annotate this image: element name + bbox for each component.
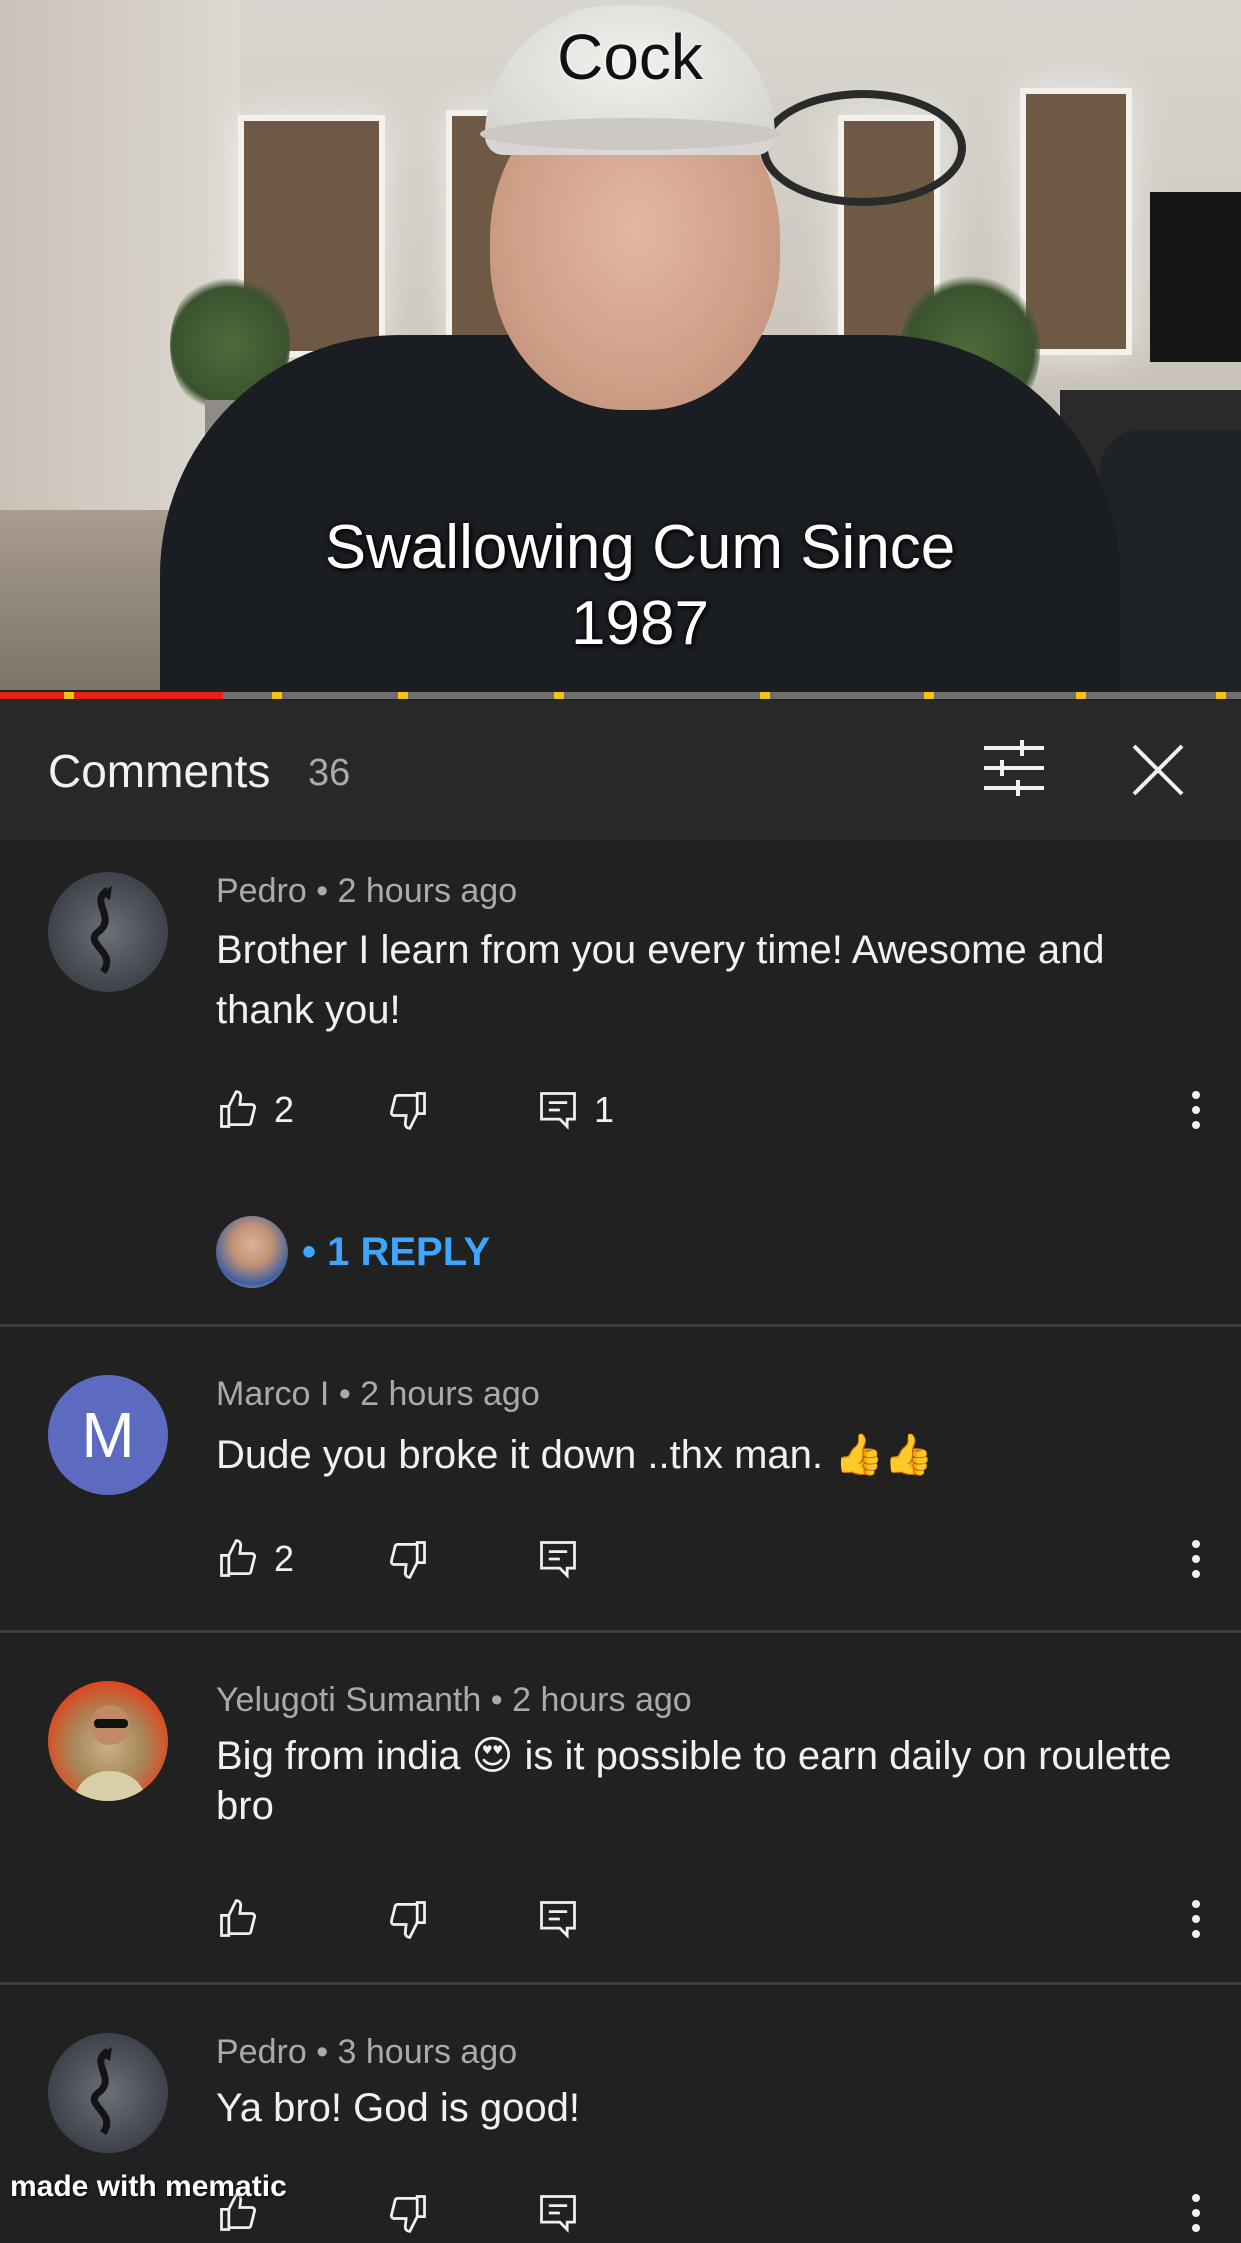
like-button[interactable]: 2: [216, 1080, 294, 1140]
like-count: 2: [274, 1089, 295, 1130]
thumbs-up-icon: [220, 1539, 256, 1577]
comment-text: Big from india 😍 is it possible to earn …: [216, 1734, 1172, 1828]
cap-overlay-text: Cock: [557, 21, 703, 93]
thumbs-up-icon: [220, 1090, 256, 1128]
video-caption: Swallowing Cum Since 1987: [170, 510, 1110, 662]
reply-button[interactable]: 1: [536, 1080, 614, 1140]
comment-text: Dude you broke it down ..thx man. 👍👍: [216, 1433, 934, 1477]
comments-title: Comments: [48, 745, 271, 797]
chair: [1100, 430, 1241, 690]
progress-played: [0, 692, 224, 699]
more-options-button[interactable]: [1176, 2183, 1216, 2243]
chapter-marker: [554, 692, 564, 699]
comment-time[interactable]: 3 hours ago: [338, 2033, 518, 2071]
reply-avatar: [216, 1216, 288, 1288]
comments-count: 36: [308, 752, 351, 794]
close-comments-button[interactable]: [1128, 740, 1188, 800]
watermark: made with mematic: [10, 2170, 287, 2203]
television: [1150, 192, 1241, 362]
comment-actions: [216, 2183, 1216, 2243]
comment-meta: Marco I • 2 hours ago: [216, 1375, 540, 1414]
more-options-button[interactable]: [1176, 1529, 1216, 1589]
comment-icon: [540, 1541, 576, 1579]
kebab-menu-icon: [1192, 1540, 1200, 1578]
person-photo-icon: [74, 1705, 146, 1801]
window-shade: [1020, 88, 1132, 355]
comment-author[interactable]: Yelugoti Sumanth: [216, 1681, 481, 1719]
view-replies-button[interactable]: • 1 REPLY: [216, 1216, 490, 1288]
comment-actions: 2 1: [216, 1080, 1216, 1140]
chapter-marker: [398, 692, 408, 699]
dislike-button[interactable]: [386, 1529, 430, 1589]
thumbs-down-icon: [390, 1901, 426, 1939]
kebab-menu-icon: [1192, 1900, 1200, 1938]
meta-separator: •: [316, 872, 329, 910]
comment-actions: 2: [216, 1529, 1216, 1589]
comment-icon: [540, 2195, 576, 2233]
comment-icon: [540, 1901, 576, 1939]
comment-author[interactable]: Marco I: [216, 1375, 329, 1413]
meta-separator: •: [490, 1681, 503, 1719]
chapter-marker: [1216, 692, 1226, 699]
sort-filter-button[interactable]: [982, 740, 1046, 796]
comment-text: Ya bro! God is good!: [216, 2086, 580, 2130]
comment-time[interactable]: 2 hours ago: [360, 1375, 540, 1413]
more-options-button[interactable]: [1176, 1889, 1216, 1949]
comment-item: Pedro • 2 hours ago Brother I learn from…: [0, 842, 1241, 1324]
chapter-marker: [272, 692, 282, 699]
comment-text: Brother I learn from you every time! Awe…: [216, 928, 1105, 1032]
comment-time[interactable]: 2 hours ago: [512, 1681, 692, 1719]
more-options-button[interactable]: [1176, 1080, 1216, 1140]
cap-brim: [480, 118, 780, 150]
thumbs-down-icon: [390, 1541, 426, 1579]
comment-author[interactable]: Pedro: [216, 2033, 307, 2071]
dragon-icon: [90, 2047, 112, 2136]
meta-separator: •: [316, 2033, 329, 2071]
thumbs-down-icon: [390, 2195, 426, 2233]
view-replies-link[interactable]: • 1 REPLY: [302, 1230, 490, 1275]
caption-line-2: 1987: [571, 589, 709, 658]
thumbs-down-icon: [390, 1092, 426, 1130]
like-button[interactable]: 2: [216, 1529, 294, 1589]
comment-author[interactable]: Pedro: [216, 872, 307, 910]
kebab-menu-icon: [1192, 2194, 1200, 2232]
chapter-marker: [760, 692, 770, 699]
reply-button[interactable]: [536, 1529, 580, 1589]
chapter-marker: [1076, 692, 1086, 699]
avatar[interactable]: M: [48, 1375, 168, 1495]
reply-button[interactable]: [536, 1889, 580, 1949]
chapter-marker: [64, 692, 74, 699]
comment-item: Yelugoti Sumanth • 2 hours ago Big from …: [0, 1633, 1241, 1983]
caption-line-1: Swallowing Cum Since: [324, 513, 956, 582]
like-count: 2: [274, 1538, 295, 1579]
video-player[interactable]: Cock Swallowing Cum Since 1987: [0, 0, 1241, 690]
meta-separator: •: [338, 1375, 351, 1413]
comments-header: Comments 36: [0, 700, 1241, 840]
dislike-button[interactable]: [386, 1889, 430, 1949]
comment-meta: Pedro • 3 hours ago: [216, 2033, 517, 2072]
avatar[interactable]: [48, 872, 168, 992]
thumbs-up-icon: [220, 1899, 256, 1937]
kebab-menu-icon: [1192, 1091, 1200, 1129]
dislike-button[interactable]: [386, 1080, 430, 1140]
close-icon: [1132, 744, 1184, 796]
progress-bar[interactable]: [0, 692, 1241, 699]
avatar[interactable]: [48, 1681, 168, 1801]
comment-actions: [216, 1889, 1216, 1949]
comment-meta: Yelugoti Sumanth • 2 hours ago: [216, 1681, 692, 1720]
comment-time[interactable]: 2 hours ago: [338, 872, 518, 910]
dragon-icon: [90, 886, 112, 975]
comment-meta: Pedro • 2 hours ago: [216, 872, 517, 911]
chandelier: [760, 90, 966, 206]
like-button[interactable]: [216, 1889, 260, 1949]
dislike-button[interactable]: [386, 2183, 430, 2243]
comment-item: M Marco I • 2 hours ago Dude you broke i…: [0, 1327, 1241, 1630]
avatar[interactable]: [48, 2033, 168, 2153]
comment-icon: [540, 1092, 576, 1130]
reply-button[interactable]: [536, 2183, 580, 2243]
sliders-icon: [984, 740, 1044, 796]
reply-count: 1: [594, 1089, 615, 1130]
chapter-marker: [924, 692, 934, 699]
